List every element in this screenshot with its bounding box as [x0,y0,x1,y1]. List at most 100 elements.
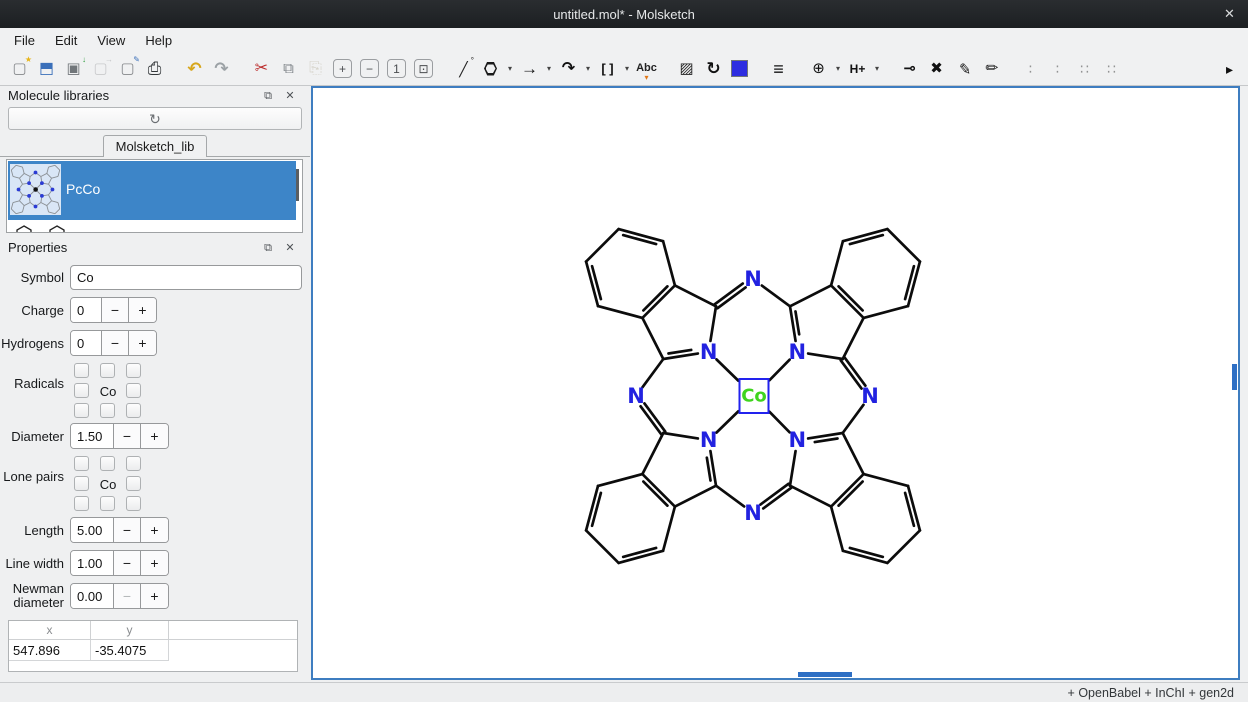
text-tool[interactable]: Abc ▾ [634,56,659,81]
reaction-arrow-tool[interactable]: → [517,56,542,81]
newman-diameter-minus-button[interactable]: − [113,584,140,608]
delete-tool[interactable]: ✖ [924,56,949,81]
diameter-plus-button[interactable]: + [140,424,168,448]
newman-diameter-value[interactable] [71,584,113,608]
left-dock: Molecule libraries ⧉ ✕ ↻ Molsketch_lib P… [0,86,310,682]
zoom-original-button[interactable]: 1 [387,59,406,78]
line-width-minus-button[interactable]: − [113,551,140,575]
hydrogens-value[interactable] [71,331,101,355]
undo-button[interactable]: ↶ [182,56,207,81]
properties-close-icon[interactable]: ✕ [282,241,298,256]
lone-pair-checkbox[interactable] [126,476,141,491]
lone-pair-checkbox[interactable] [74,456,89,471]
reaction-arrow-dropdown[interactable]: ▾ [543,56,555,81]
mechanism-tool-2[interactable]: ✐ [973,51,1008,86]
ring-tool-dropdown[interactable]: ▾ [504,56,516,81]
length-plus-button[interactable]: + [140,518,168,542]
radical-checkbox[interactable] [126,403,141,418]
titlebar[interactable]: untitled.mol* - Molsketch ✕ [0,0,1248,28]
print-button[interactable]: ⎙ [142,56,167,81]
library-close-icon[interactable]: ✕ [282,89,298,104]
menu-help[interactable]: Help [135,30,182,51]
bracket-tool[interactable]: [ ] [595,56,620,81]
charge-tool[interactable]: ⊕ [806,56,831,81]
charge-minus-button[interactable]: − [101,298,128,322]
menu-file[interactable]: File [4,30,45,51]
coordinate-y-cell[interactable]: -35.4075 [91,640,169,661]
new-file-button[interactable]: ▢ ★ [7,56,32,81]
hydrogen-dropdown[interactable]: ▾ [871,56,883,81]
n-atom-label: N [700,428,718,452]
coordinate-x-cell[interactable]: 547.896 [9,640,91,661]
library-scrollbar-thumb[interactable] [296,169,299,201]
menu-view[interactable]: View [87,30,135,51]
ring-tool[interactable] [478,56,503,81]
lone-pair-checkbox[interactable] [100,496,115,511]
toolbar-overflow-button[interactable]: ▸ [1217,56,1242,81]
zoom-out-button[interactable]: − [360,59,379,78]
diameter-value[interactable] [71,424,113,448]
redo-button[interactable]: ↷ [209,56,234,81]
zoom-in-button[interactable]: + [333,59,352,78]
radical-checkbox[interactable] [126,383,141,398]
radical-checkbox[interactable] [74,363,89,378]
lone-pair-checkbox[interactable] [100,456,115,471]
group-tool-1[interactable]: ∶ [1018,56,1043,81]
charge-value[interactable] [71,298,101,322]
hatch-tool[interactable]: ▨ [674,56,699,81]
line-width-value[interactable] [71,551,113,575]
zoom-fit-button[interactable]: ⊡ [414,59,433,78]
color-swatch-button[interactable] [731,60,748,77]
library-refresh-button[interactable]: ↻ [8,107,302,130]
save-button[interactable]: ▣ ↓ [61,56,86,81]
symbol-field[interactable] [70,265,302,290]
curved-arrow-dropdown[interactable]: ▾ [582,56,594,81]
curved-arrow-tool[interactable]: ↷ [556,56,581,81]
charge-dropdown[interactable]: ▾ [832,56,844,81]
statusbar: + OpenBabel + InChI + gen2d [0,682,1248,702]
properties-float-icon[interactable]: ⧉ [260,241,276,256]
connect-tool[interactable]: ⊸ [897,56,922,81]
library-item-next-partial[interactable] [8,220,296,233]
tool-icon: → [521,60,538,77]
group-tool-2[interactable]: ∶ [1045,56,1070,81]
hydrogens-plus-button[interactable]: + [128,331,156,355]
tab-molsketch-lib[interactable]: Molsketch_lib [103,135,207,157]
line-width-button[interactable]: ≡ [766,56,791,81]
library-item-pcco[interactable]: PcCo [8,161,296,220]
lone-pair-checkbox[interactable] [74,476,89,491]
lone-pair-checkbox[interactable] [126,456,141,471]
drawing-canvas[interactable]: CoNNNNNNNN [311,86,1240,680]
radical-checkbox[interactable] [100,403,115,418]
length-minus-button[interactable]: − [113,518,140,542]
open-file-button[interactable]: ⬒ [34,56,59,81]
radical-checkbox[interactable] [100,363,115,378]
hydrogens-minus-button[interactable]: − [101,331,128,355]
export-button[interactable]: ▢ ✎ [115,56,140,81]
diameter-minus-button[interactable]: − [113,424,140,448]
group-tool-3[interactable]: ∷ [1072,56,1097,81]
radical-checkbox[interactable] [74,403,89,418]
line-width-plus-button[interactable]: + [140,551,168,575]
hydrogen-tool[interactable]: H+ [845,56,870,81]
charge-plus-button[interactable]: + [128,298,156,322]
import-button[interactable]: ▢ → [88,56,113,81]
length-value[interactable] [71,518,113,542]
window-close-button[interactable]: ✕ [1218,3,1240,25]
paste-button[interactable]: ⎘ [303,56,328,81]
bracket-dropdown[interactable]: ▾ [621,56,633,81]
canvas-vscrollbar-thumb[interactable] [1232,364,1237,390]
library-float-icon[interactable]: ⧉ [260,89,276,104]
rotate-tool[interactable]: ↻ [701,56,726,81]
lone-pair-checkbox[interactable] [126,496,141,511]
group-tool-4[interactable]: ∷ [1099,56,1124,81]
newman-diameter-plus-button[interactable]: + [140,584,168,608]
draw-tool[interactable]: ╱ ° [451,56,476,81]
cut-button[interactable]: ✂ [249,56,274,81]
canvas-hscrollbar-thumb[interactable] [798,672,852,677]
radical-checkbox[interactable] [74,383,89,398]
lone-pair-checkbox[interactable] [74,496,89,511]
radical-checkbox[interactable] [126,363,141,378]
menu-edit[interactable]: Edit [45,30,87,51]
copy-button[interactable]: ⧉ [276,56,301,81]
